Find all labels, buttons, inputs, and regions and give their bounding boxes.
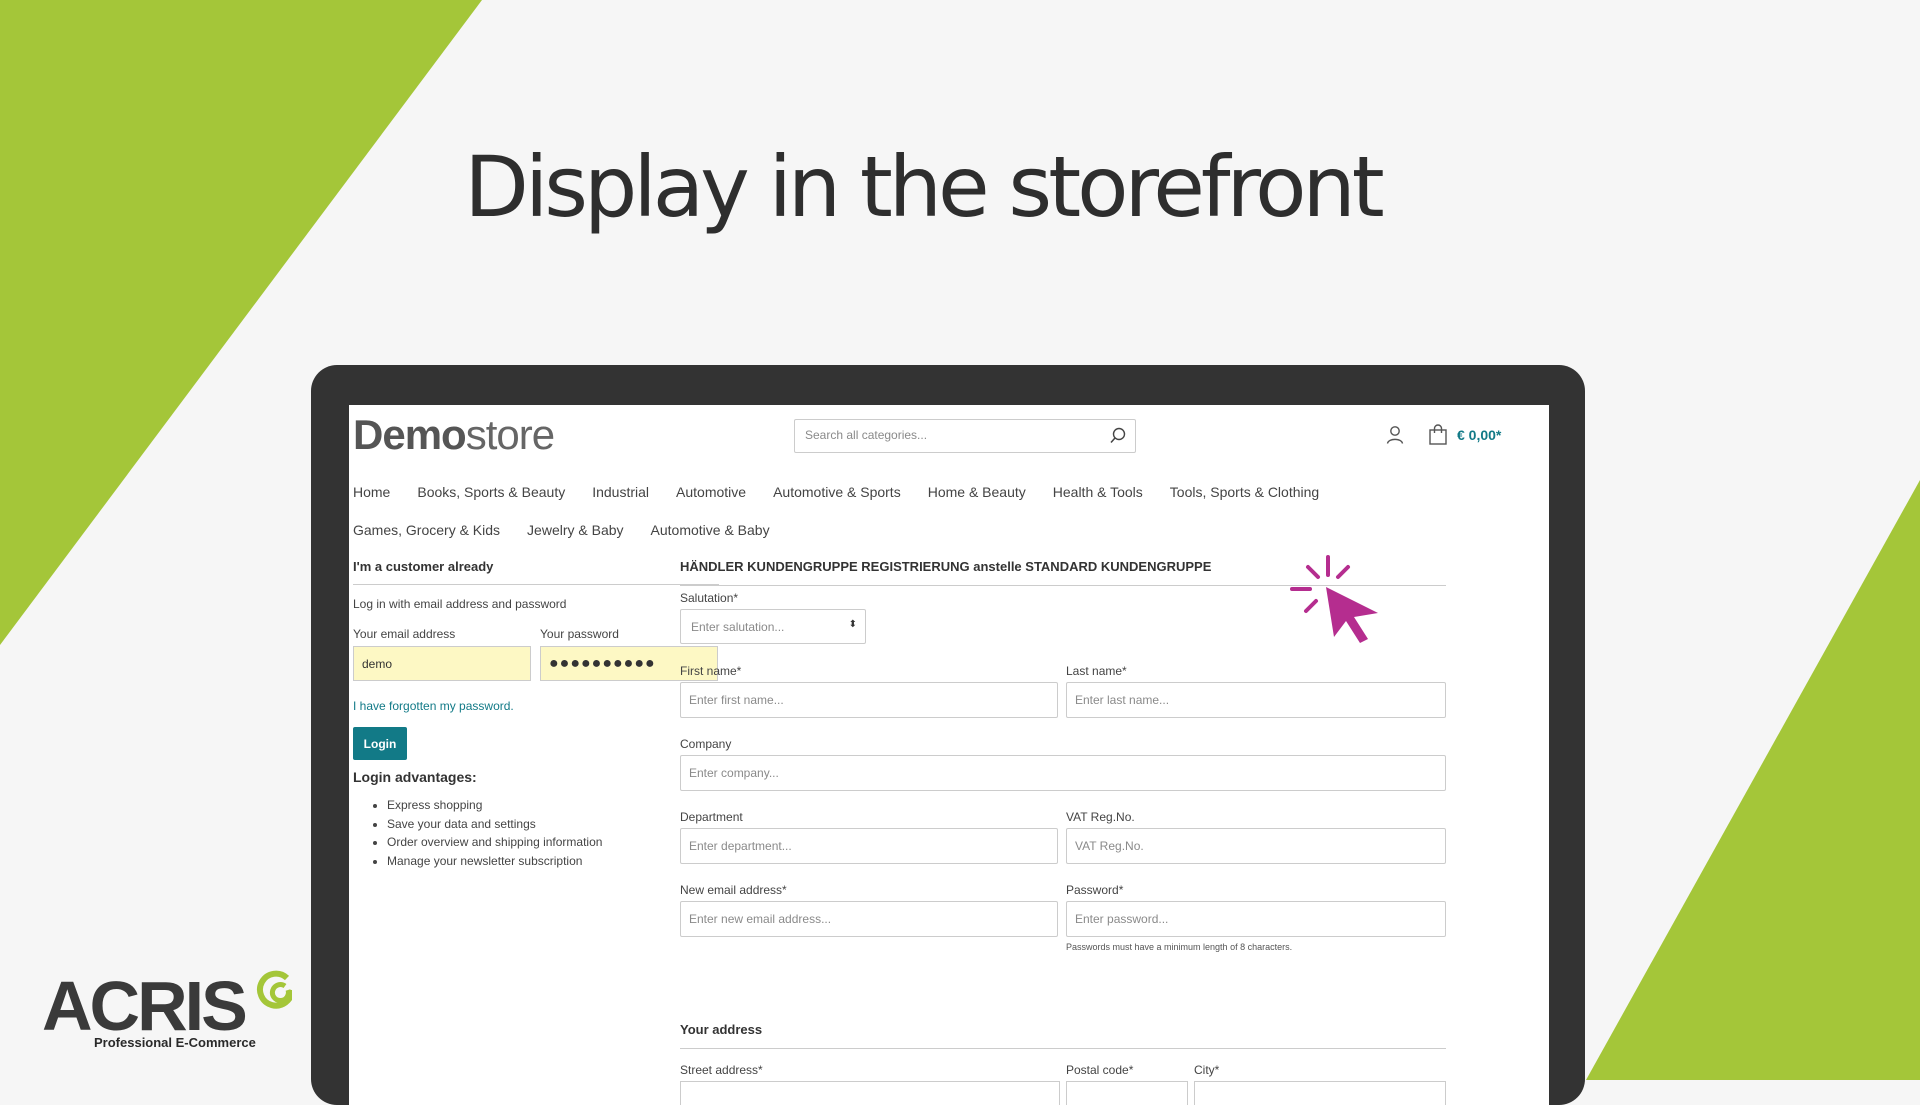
logo-bold-text: Demo (353, 411, 467, 458)
nav-item[interactable]: Automotive (676, 484, 746, 500)
list-item: Save your data and settings (387, 815, 719, 834)
forgot-password-link[interactable]: I have forgotten my password. (353, 699, 719, 713)
nav-item[interactable]: Automotive & Sports (773, 484, 901, 500)
main-navigation: Home Books, Sports & Beauty Industrial Auto… (353, 473, 1533, 549)
vat-field[interactable] (1066, 828, 1446, 864)
list-item: Order overview and shipping information (387, 833, 719, 852)
first-name-label: First name* (680, 664, 742, 678)
new-password-field[interactable] (1066, 901, 1446, 937)
cart-total[interactable]: € 0,00* (1457, 427, 1501, 443)
nav-item[interactable]: Industrial (592, 484, 649, 500)
company-label: Company (680, 737, 732, 751)
login-button[interactable]: Login (353, 727, 407, 760)
new-email-label: New email address* (680, 883, 787, 897)
nav-item[interactable]: Home & Beauty (928, 484, 1026, 500)
login-intro: Log in with email address and password (353, 597, 567, 611)
account-icon[interactable] (1386, 425, 1404, 450)
salutation-label: Salutation* (680, 591, 739, 605)
street-field[interactable] (680, 1081, 1060, 1105)
svg-text:ACRIS: ACRIS (42, 967, 245, 1040)
last-name-field[interactable] (1066, 682, 1446, 718)
divider (353, 584, 719, 585)
city-field[interactable] (1194, 1081, 1446, 1105)
search-icon[interactable] (1109, 427, 1127, 450)
storefront-screen: Demostore € 0,00* Home Books, Sports & Be… (349, 405, 1549, 1105)
street-label: Street address* (680, 1063, 763, 1077)
nav-item[interactable]: Books, Sports & Beauty (417, 484, 565, 500)
cart-icon[interactable] (1428, 424, 1448, 451)
nav-row-2: Games, Grocery & Kids Jewelry & Baby Autom… (353, 511, 1533, 549)
login-title: I'm a customer already (353, 559, 494, 574)
nav-item[interactable]: Games, Grocery & Kids (353, 522, 500, 538)
address-section-title: Your address (680, 1022, 763, 1037)
new-password-label: Password* (1066, 883, 1124, 897)
password-hint: Passwords must have a minimum length of … (1066, 942, 1293, 952)
login-panel: I'm a customer already Log in with email… (353, 559, 719, 870)
nav-item[interactable]: Health & Tools (1053, 484, 1143, 500)
salutation-select[interactable]: Enter salutation... ⬍ (680, 609, 866, 644)
vat-label: VAT Reg.No. (1066, 810, 1135, 824)
acris-logo-icon: ACRIS (42, 967, 292, 1040)
hero-title: Display in the storefront (464, 138, 1384, 236)
brand-tagline: Professional E-Commerce (94, 1035, 256, 1050)
list-item: Manage your newsletter subscription (387, 852, 719, 871)
advantages-list: Express shopping Save your data and sett… (353, 796, 719, 870)
search-input[interactable] (803, 427, 1097, 443)
search-bar (794, 419, 1136, 453)
postal-code-label: Postal code* (1066, 1063, 1134, 1077)
last-name-label: Last name* (1066, 664, 1127, 678)
advantages-title: Login advantages: (353, 769, 477, 785)
nav-item[interactable]: Automotive & Baby (651, 522, 770, 538)
click-pointer-icon (1290, 555, 1378, 643)
nav-row-1: Home Books, Sports & Beauty Industrial Auto… (353, 473, 1533, 511)
first-name-field[interactable] (680, 682, 1058, 718)
postal-code-field[interactable] (1066, 1081, 1188, 1105)
login-email-field[interactable] (353, 646, 531, 681)
salutation-placeholder: Enter salutation... (691, 620, 785, 634)
store-logo[interactable]: Demostore (353, 411, 555, 459)
company-field[interactable] (680, 755, 1446, 791)
list-item: Express shopping (387, 796, 719, 815)
select-arrows-icon: ⬍ (848, 619, 857, 630)
nav-item[interactable]: Jewelry & Baby (527, 522, 623, 538)
nav-item[interactable]: Tools, Sports & Clothing (1170, 484, 1319, 500)
department-label: Department (680, 810, 743, 824)
new-email-field[interactable] (680, 901, 1058, 937)
city-label: City* (1194, 1063, 1220, 1077)
email-label: Your email address (353, 627, 456, 641)
logo-light-text: store (465, 411, 555, 458)
laptop-frame: Demostore € 0,00* Home Books, Sports & Be… (311, 365, 1585, 1105)
divider (680, 1048, 1446, 1049)
department-field[interactable] (680, 828, 1058, 864)
nav-item[interactable]: Home (353, 484, 390, 500)
